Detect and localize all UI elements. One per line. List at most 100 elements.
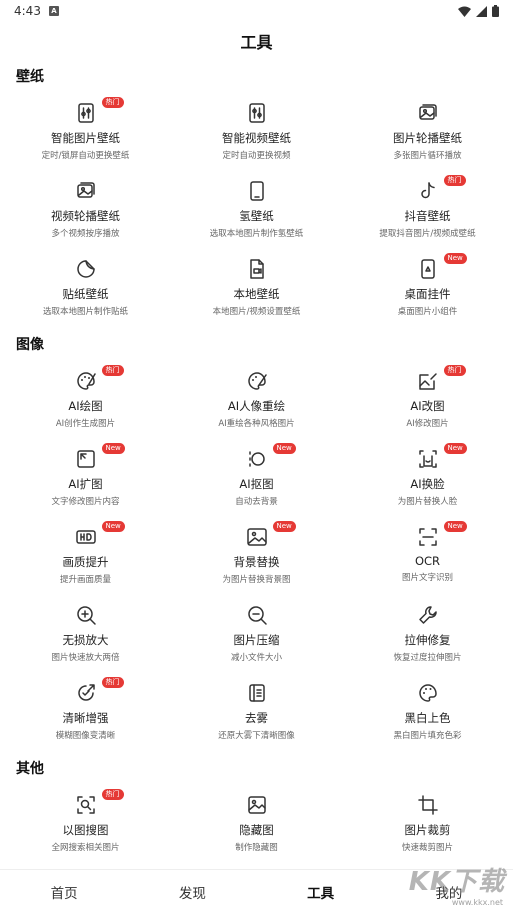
tool-item[interactable]: New AI扩图 文字修改图片内容 — [0, 440, 171, 518]
image-carousel-icon — [417, 102, 439, 124]
status-right — [458, 5, 499, 17]
bottom-nav-item[interactable]: 发现 — [128, 870, 256, 913]
crop-icon — [417, 794, 439, 816]
tool-name: AI扩图 — [68, 477, 103, 491]
tool-item[interactable]: New 画质提升 提升画面质量 — [0, 518, 171, 596]
tool-item[interactable]: 热门 AI改图 AI修改图片 — [342, 362, 513, 440]
tool-name: AI绘图 — [68, 399, 103, 413]
tool-name: 拉伸修复 — [404, 633, 451, 647]
tool-item[interactable]: New AI换脸 为图片替换人脸 — [342, 440, 513, 518]
landscape-image-icon — [246, 526, 268, 548]
tool-item[interactable]: 图片压缩 减小文件大小 — [171, 596, 342, 674]
battery-icon — [492, 5, 499, 17]
tool-name: 抖音壁纸 — [404, 209, 451, 223]
tool-name: 以图搜图 — [62, 823, 109, 837]
tool-item[interactable]: 无损放大 图片快速放大两倍 — [0, 596, 171, 674]
tool-name: 视频轮播壁纸 — [51, 209, 120, 223]
tool-grid: 热门 智能图片壁纸 定时/锁屏自动更换壁纸 智能视频壁纸 定时自动更换视频 图片轮播壁纸多… — [0, 94, 513, 328]
tool-badge: 热门 — [101, 677, 124, 688]
tool-desc: AI修改图片 — [406, 419, 449, 429]
notification-app-icon: A — [48, 6, 59, 16]
tool-badge: 热门 — [101, 365, 124, 376]
sticker-icon — [75, 258, 97, 280]
tool-item[interactable]: 隐藏图 制作隐藏图 — [171, 786, 342, 864]
tool-item[interactable]: New AI抠图 自动去背景 — [171, 440, 342, 518]
status-left: 4:43 A — [14, 4, 59, 18]
tool-desc: 恢复过度拉伸图片 — [393, 653, 462, 663]
tool-item[interactable]: New 背景替换为图片替换背景图 — [171, 518, 342, 596]
tool-name: 桌面挂件 — [404, 287, 451, 301]
tool-item[interactable]: 视频轮播壁纸多个视频按序播放 — [0, 172, 171, 250]
tool-name: 画质提升 — [62, 555, 109, 569]
tool-item[interactable]: 氢壁纸 选取本地图片制作氢壁纸 — [171, 172, 342, 250]
tool-grid: 热门 以图搜图 全网搜索相关图片 隐藏图 制作隐藏图 图片裁剪 快速裁剪图片 — [0, 786, 513, 864]
tool-desc: 多个视频按序播放 — [51, 229, 120, 239]
tools-list[interactable]: 壁纸 热门 智能图片壁纸 定时/锁屏自动更换壁纸 智能视频壁纸 定时自动更换视频 图片轮播壁… — [0, 60, 513, 869]
tool-desc: 减小文件大小 — [230, 653, 282, 663]
tool-grid: 热门 AI绘图 AI创作生成图片 AI人像重绘 AI重绘各种风格图片 热门 AI改图 AI修改… — [0, 362, 513, 752]
tool-desc: 为图片替换背景图 — [222, 575, 291, 585]
hd-icon — [75, 526, 97, 548]
tool-desc: 定时/锁屏自动更换壁纸 — [41, 151, 130, 161]
tiktok-icon — [417, 180, 439, 202]
palette-icon — [75, 370, 97, 392]
local-file-icon — [246, 258, 268, 280]
tool-item[interactable]: 图片轮播壁纸 多张图片循环播放 — [342, 94, 513, 172]
tool-item[interactable]: 去雾 还原大雾下清晰图像 — [171, 674, 342, 752]
tool-desc: 提升画面质量 — [59, 575, 111, 585]
phone-frame-icon — [246, 180, 268, 202]
tool-desc: 制作隐藏图 — [235, 843, 278, 853]
tool-item[interactable]: 黑白上色 黑白图片填充色彩 — [342, 674, 513, 752]
tool-name: AI换脸 — [410, 477, 445, 491]
tool-item[interactable]: 本地壁纸本地图片/视频设置壁纸 — [171, 250, 342, 328]
bottom-nav-item[interactable]: 首页 — [0, 870, 128, 913]
tool-item[interactable]: AI人像重绘 AI重绘各种风格图片 — [171, 362, 342, 440]
tool-name: 图片轮播壁纸 — [393, 131, 462, 145]
tool-desc: 定时自动更换视频 — [222, 151, 291, 161]
tool-desc: 图片文字识别 — [401, 573, 453, 583]
zoom-in-icon — [75, 604, 97, 626]
tool-name: OCR — [414, 554, 441, 568]
tool-desc: 黑白图片填充色彩 — [393, 731, 462, 741]
bottom-nav: 首页 发现 工具 我的 — [0, 869, 513, 913]
tool-item[interactable]: 智能视频壁纸定时自动更换视频 — [171, 94, 342, 172]
tool-name: 本地壁纸 — [233, 287, 280, 301]
tool-item[interactable]: 拉伸修复恢复过度拉伸图片 — [342, 596, 513, 674]
tool-name: 智能图片壁纸 — [51, 131, 120, 145]
bottom-nav-item[interactable]: 工具 — [257, 870, 385, 913]
page-title: 工具 — [240, 33, 273, 52]
tool-name: 去雾 — [245, 711, 268, 725]
tool-name: 贴纸壁纸 — [62, 287, 109, 301]
colorize-palette-icon — [417, 682, 439, 704]
tool-item[interactable]: 热门 以图搜图 全网搜索相关图片 — [0, 786, 171, 864]
tool-item[interactable]: 图片裁剪 快速裁剪图片 — [342, 786, 513, 864]
status-time: 4:43 — [14, 4, 41, 18]
tool-badge: New — [272, 443, 296, 454]
tool-desc: AI重绘各种风格图片 — [218, 419, 295, 429]
hidden-image-icon — [246, 794, 268, 816]
tool-name: 背景替换 — [233, 555, 280, 569]
tool-item[interactable]: New OCR 图片文字识别 — [342, 518, 513, 596]
tool-name: 无损放大 — [62, 633, 109, 647]
wifi-icon — [458, 6, 471, 17]
bottom-nav-item[interactable]: 我的 — [385, 870, 513, 913]
tool-item[interactable]: 热门 抖音壁纸 提取抖音图片/视频成壁纸 — [342, 172, 513, 250]
tool-desc: 本地图片/视频设置壁纸 — [212, 307, 301, 317]
image-edit-icon — [417, 370, 439, 392]
tool-item[interactable]: 热门 AI绘图 AI创作生成图片 — [0, 362, 171, 440]
tool-item[interactable]: New 桌面挂件 桌面图片小组件 — [342, 250, 513, 328]
tool-name: 隐藏图 — [239, 823, 274, 837]
tool-item[interactable]: 热门 智能图片壁纸 定时/锁屏自动更换壁纸 — [0, 94, 171, 172]
tool-item[interactable]: 热门 清晰增强 模糊图像变清晰 — [0, 674, 171, 752]
tool-desc: 全网搜索相关图片 — [51, 843, 120, 853]
tool-name: 智能视频壁纸 — [222, 131, 291, 145]
tool-desc: AI创作生成图片 — [55, 419, 116, 429]
tool-desc: 为图片替换人脸 — [397, 497, 458, 507]
tool-name: 氢壁纸 — [239, 209, 274, 223]
face-swap-icon — [417, 448, 439, 470]
status-bar: 4:43 A — [0, 0, 513, 22]
tool-badge: New — [443, 521, 467, 532]
tool-item[interactable]: 贴纸壁纸 选取本地图片制作贴纸 — [0, 250, 171, 328]
tool-badge: New — [272, 521, 296, 532]
ai-expand-icon — [75, 448, 97, 470]
